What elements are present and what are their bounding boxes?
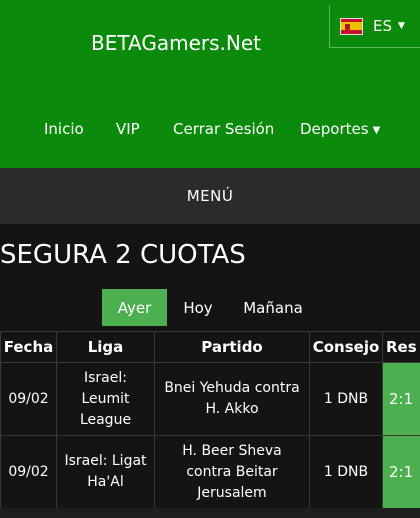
nav-inicio[interactable]: Inicio (44, 120, 84, 138)
nav-vip[interactable]: VIP (116, 120, 140, 138)
site-header: BETAGamers.Net ES ▼ Inicio VIP Cerrar Se… (0, 0, 420, 168)
nav-cerrar-sesion[interactable]: Cerrar Sesión (173, 120, 274, 138)
column-header-fecha: Fecha (0, 331, 57, 363)
page-bottom-strip (0, 508, 420, 518)
cell-liga: Israel: Ligat Ha'Al (56, 435, 155, 509)
page-title: SEGURA 2 CUOTAS (0, 240, 246, 270)
nav-deportes[interactable]: Deportes ▼ (300, 120, 380, 138)
column-header-res: Res (382, 331, 420, 363)
column-header-consejo: Consejo (309, 331, 383, 363)
spain-flag-icon (340, 17, 363, 35)
table-row: 09/02 Israel: Ligat Ha'Al H. Beer Sheva … (0, 435, 420, 509)
cell-fecha: 09/02 (0, 435, 57, 509)
tab-manana[interactable]: Mañana (233, 289, 313, 326)
cell-liga: Israel: Leumit League (56, 362, 155, 436)
menu-label: MENÚ (186, 187, 234, 205)
tab-hoy[interactable]: Hoy (172, 289, 224, 326)
nav-deportes-label: Deportes (300, 120, 369, 138)
column-header-partido: Partido (154, 331, 310, 363)
brand-logo-text[interactable]: BETAGamers.Net (91, 31, 261, 55)
cell-result: 2:1 (382, 435, 420, 509)
chevron-down-icon: ▼ (398, 21, 405, 31)
tab-ayer[interactable]: Ayer (102, 289, 167, 326)
language-code: ES (373, 17, 392, 35)
predictions-table: Fecha Liga Partido Consejo Res 09/02 Isr… (0, 331, 420, 509)
cell-partido: H. Beer Sheva contra Beitar Jerusalem (154, 435, 310, 509)
cell-fecha: 09/02 (0, 362, 57, 436)
table-header-row: Fecha Liga Partido Consejo Res (0, 331, 420, 363)
menu-toggle[interactable]: MENÚ (0, 168, 420, 224)
cell-partido: Bnei Yehuda contra H. Akko (154, 362, 310, 436)
caret-down-icon: ▼ (372, 125, 381, 136)
table-row: 09/02 Israel: Leumit League Bnei Yehuda … (0, 362, 420, 436)
cell-result: 2:1 (382, 362, 420, 436)
cell-consejo: 1 DNB (309, 362, 383, 436)
cell-consejo: 1 DNB (309, 435, 383, 509)
language-selector[interactable]: ES ▼ (329, 5, 420, 48)
column-header-liga: Liga (56, 331, 155, 363)
